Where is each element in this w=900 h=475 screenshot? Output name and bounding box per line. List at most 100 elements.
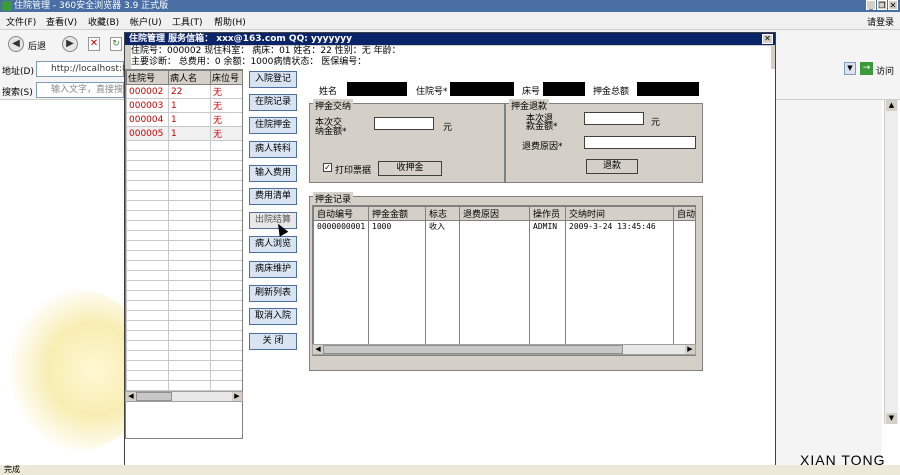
deposit-button[interactable]: 住院押金 xyxy=(249,117,297,134)
menu-tools[interactable]: 工具(T) xyxy=(172,15,203,28)
table-cell[interactable]: 1000 xyxy=(368,220,426,232)
menu-file[interactable]: 文件(F) xyxy=(6,15,36,28)
page-vertical-scrollbar[interactable]: ▲ ▼ xyxy=(884,100,898,424)
app-close-icon[interactable]: ✕ xyxy=(762,34,773,44)
fee-list-button[interactable]: 费用清单 xyxy=(249,188,297,205)
patient-browse-button[interactable]: 病人浏览 xyxy=(249,236,297,253)
table-row[interactable]: 000004 1 无 xyxy=(126,112,242,127)
column-header[interactable]: 退费原因 xyxy=(459,206,530,221)
deposit-records-grid: 自动编号 押金金额 标志 退费原因 操作员 交纳时间 自动编 000000000… xyxy=(312,205,696,356)
column-header[interactable]: 操作员 xyxy=(529,206,566,221)
go-label[interactable]: 访问 xyxy=(876,64,894,77)
back-arrow-icon[interactable]: ◀ xyxy=(8,36,24,52)
table-cell[interactable]: 0000000001 xyxy=(313,220,369,232)
refresh-list-button[interactable]: 刷新列表 xyxy=(249,285,297,302)
stop-icon[interactable]: ✕ xyxy=(88,37,100,51)
scroll-right-icon[interactable]: ▶ xyxy=(685,345,695,354)
table-row[interactable]: 000005 1 无 xyxy=(126,126,242,141)
refund-button[interactable]: 退款 xyxy=(586,159,638,174)
patient-info-line2: 主要诊断： 总费用：0 余额：1000病情状态： 医保编号： xyxy=(131,57,367,67)
empty-row xyxy=(126,330,242,341)
column-header[interactable]: 标志 xyxy=(425,206,460,221)
empty-row xyxy=(126,310,242,321)
patient-info: 住院号：000002 现住科室： 病床：01 姓名：22 性别：无 年龄： 主要… xyxy=(131,46,771,70)
menu-view[interactable]: 查看(V) xyxy=(46,15,77,28)
bed-maintenance-button[interactable]: 病床维护 xyxy=(249,261,297,278)
close-button[interactable]: 关 闭 xyxy=(249,333,297,350)
table-cell[interactable] xyxy=(459,220,530,232)
table-cell[interactable]: 22 xyxy=(168,84,211,99)
scroll-thumb[interactable] xyxy=(323,345,623,354)
column-header[interactable]: 自动编号 xyxy=(313,206,369,221)
table-cell[interactable]: 1 xyxy=(168,112,211,127)
minimize-button[interactable]: _ xyxy=(866,0,876,10)
address-dropdown-icon[interactable]: ▼ xyxy=(844,62,856,75)
pay-unit: 元 xyxy=(443,123,453,133)
address-input[interactable]: http://localhost:80 xyxy=(36,61,133,77)
column-header[interactable]: 病人名 xyxy=(168,70,211,85)
table-cell[interactable]: 2009-3-24 13:45:46 xyxy=(565,220,674,232)
transfer-department-button[interactable]: 病人转科 xyxy=(249,141,297,158)
table-cell[interactable]: 000004 xyxy=(126,112,169,127)
deposit-total-label: 押金总额 xyxy=(593,87,630,97)
enter-fees-button[interactable]: 输入费用 xyxy=(249,165,297,182)
empty-row xyxy=(126,340,242,351)
pay-amount-input[interactable] xyxy=(374,117,434,130)
column-header[interactable]: 住院号 xyxy=(126,70,169,85)
forward-arrow-icon[interactable]: ▶ xyxy=(62,36,78,52)
empty-row xyxy=(126,280,242,291)
column-header[interactable]: 自动编 xyxy=(673,206,695,221)
go-arrow-icon[interactable]: → xyxy=(860,62,873,75)
name-value xyxy=(347,82,407,96)
empty-row xyxy=(126,380,242,391)
table-cell[interactable] xyxy=(673,220,695,232)
close-window-button[interactable]: ✕ xyxy=(888,0,898,10)
refund-reason-input[interactable] xyxy=(584,136,696,149)
table-cell[interactable]: 无 xyxy=(210,126,242,141)
admission-register-button[interactable]: 入院登记 xyxy=(249,71,297,88)
table-row[interactable]: 0000000001 1000 收入 ADMIN 2009-3-24 13:45… xyxy=(313,220,695,232)
table-cell[interactable]: 无 xyxy=(210,112,242,127)
menu-help[interactable]: 帮助(H) xyxy=(214,15,246,28)
scroll-down-icon[interactable]: ▼ xyxy=(886,413,897,424)
table-cell[interactable]: 无 xyxy=(210,84,242,99)
table-cell[interactable]: 1 xyxy=(168,126,211,141)
cancel-admission-button[interactable]: 取消入院 xyxy=(249,308,297,325)
table-row[interactable]: 000003 1 无 xyxy=(126,98,242,113)
restore-button[interactable]: ❐ xyxy=(877,0,887,10)
scroll-left-icon[interactable]: ◀ xyxy=(313,345,323,354)
table-cell[interactable]: 000005 xyxy=(126,126,169,141)
column-header[interactable]: 交纳时间 xyxy=(565,206,674,221)
table-cell[interactable]: 000003 xyxy=(126,98,169,113)
empty-row xyxy=(313,232,695,355)
scroll-up-icon[interactable]: ▲ xyxy=(886,100,897,111)
menu-account[interactable]: 帐户(U) xyxy=(130,15,162,28)
refund-amount-input[interactable] xyxy=(584,112,644,125)
empty-row xyxy=(126,160,242,171)
scroll-thumb[interactable] xyxy=(136,392,172,401)
inpatient-records-button[interactable]: 在院记录 xyxy=(249,94,297,111)
empty-row xyxy=(126,300,242,311)
refund-amount-label-2: 款金额* xyxy=(526,122,558,132)
column-header[interactable]: 押金金额 xyxy=(368,206,426,221)
table-cell[interactable]: 无 xyxy=(210,98,242,113)
table-cell[interactable]: 1 xyxy=(168,98,211,113)
table-cell[interactable]: 收入 xyxy=(425,220,460,232)
collect-deposit-button[interactable]: 收押金 xyxy=(378,161,442,176)
patient-grid-hscrollbar[interactable]: ◀ ▶ xyxy=(125,391,243,402)
search-input[interactable]: 输入文字，直接搜 xyxy=(36,82,124,98)
print-receipt-checkbox[interactable]: ✓ xyxy=(323,163,332,172)
column-header[interactable]: 床位号 xyxy=(210,70,242,85)
table-row[interactable]: 000002 22 无 xyxy=(126,84,242,99)
menu-favorites[interactable]: 收藏(B) xyxy=(88,15,119,28)
refresh-icon[interactable]: ↻ xyxy=(110,37,122,51)
browser-menubar: 文件(F) 查看(V) 收藏(B) 帐户(U) 工具(T) 帮助(H) 请登录 xyxy=(0,12,900,30)
login-link[interactable]: 请登录 xyxy=(867,15,894,28)
back-label[interactable]: 后退 xyxy=(28,39,46,52)
app-window: 住院管理 服务信箱： xxx@163.com QQ: yyyyyyy ✕ 住院号… xyxy=(124,32,776,466)
scroll-right-icon[interactable]: ▶ xyxy=(232,392,242,401)
table-cell[interactable]: 000002 xyxy=(126,84,169,99)
scroll-left-icon[interactable]: ◀ xyxy=(126,392,136,401)
records-hscrollbar[interactable]: ◀ ▶ xyxy=(312,344,696,355)
table-cell[interactable]: ADMIN xyxy=(529,220,566,232)
